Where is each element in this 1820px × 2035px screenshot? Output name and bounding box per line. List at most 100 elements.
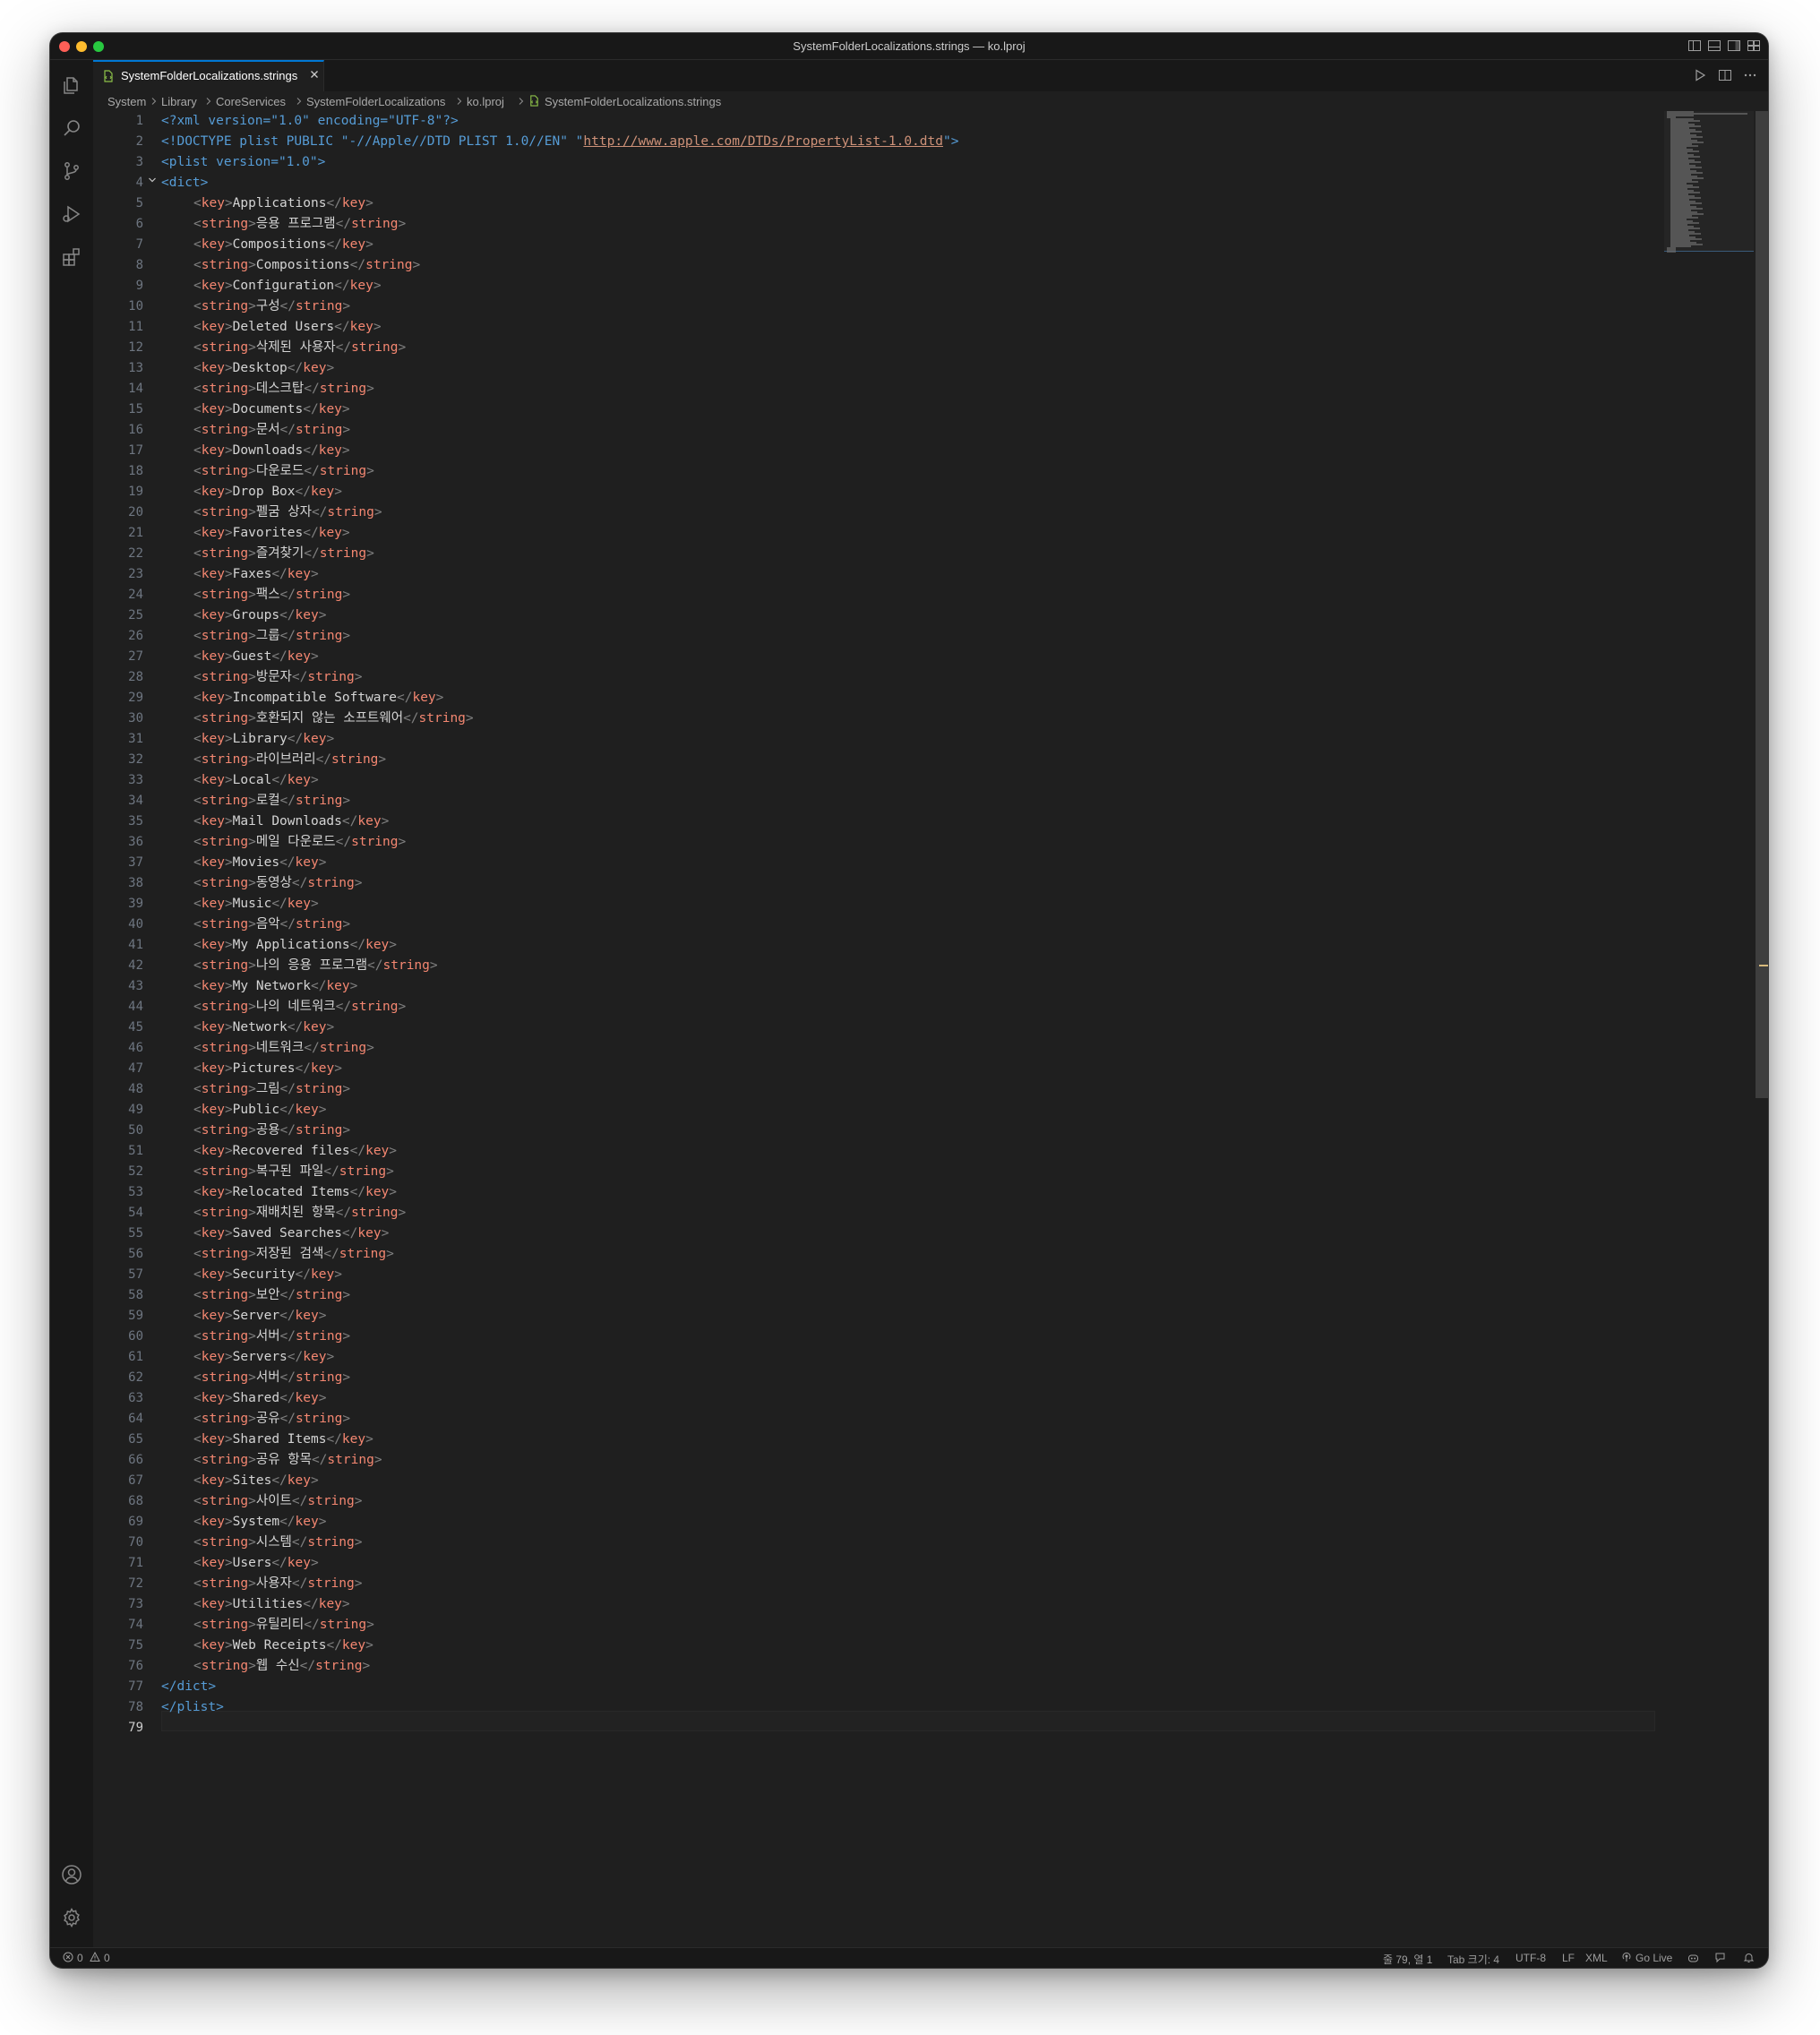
doctype-url-link[interactable]: http://www.apple.com/DTDs/PropertyList-1… xyxy=(583,134,943,149)
string-tag: string xyxy=(201,1659,249,1673)
tag-bracket: > xyxy=(248,1123,256,1138)
tag-bracket: > xyxy=(366,1041,374,1055)
plist-string-value: 유틸리티 xyxy=(255,1618,305,1632)
line-number: 47 xyxy=(128,1061,143,1076)
line-number: 21 xyxy=(128,526,143,540)
plist-string-value: 그룹 xyxy=(255,629,280,643)
tag-bracket: > xyxy=(342,1082,351,1096)
line-number: 25 xyxy=(128,608,143,623)
key-tag: key xyxy=(201,196,225,210)
copilot-icon[interactable] xyxy=(1687,1952,1699,1963)
breadcrumb-item[interactable]: System xyxy=(107,95,146,108)
code-editor[interactable]: 1 2 3 4 5 6 7 8 9 10 11 12 13 14 15 16 17 18 19 20 21 22 23 24 2… xyxy=(93,111,1707,1948)
code-line: <key>Shared Items</key> xyxy=(193,1430,373,1450)
tag-bracket: > xyxy=(224,320,233,334)
code-line: <key>Groups</key> xyxy=(193,605,326,626)
tag-bracket: > xyxy=(334,1267,342,1282)
error-icon[interactable] xyxy=(63,1952,74,1963)
notifications-bell-icon[interactable] xyxy=(1743,1952,1755,1963)
run-debug-icon[interactable] xyxy=(61,203,82,225)
tag-bracket: > xyxy=(334,1061,342,1076)
line-number: 72 xyxy=(128,1576,143,1591)
plist-key: Saved Searches xyxy=(232,1226,342,1241)
toggle-panel-icon[interactable] xyxy=(1707,39,1721,53)
tag-bracket: < xyxy=(193,464,202,478)
tag-bracket: </ xyxy=(279,1391,296,1405)
tab-size[interactable]: Tab 크기: 4 xyxy=(1447,1952,1499,1967)
breadcrumb-item[interactable]: CoreServices xyxy=(216,95,286,108)
fold-chevron-icon[interactable] xyxy=(147,175,158,185)
run-icon[interactable] xyxy=(1693,68,1707,82)
line-number: 41 xyxy=(128,938,143,952)
breadcrumb-item[interactable]: SystemFolderLocalizations.strings xyxy=(545,95,721,108)
plist-open-tag: <plist version="1.0"> xyxy=(161,155,326,169)
plist-string-value: 웹 수신 xyxy=(255,1659,300,1673)
tag-bracket: > xyxy=(311,649,319,664)
tag-bracket: < xyxy=(193,1164,202,1179)
file-icon xyxy=(528,95,540,107)
close-icon[interactable] xyxy=(308,68,321,81)
line-number: 63 xyxy=(128,1391,143,1405)
source-control-icon[interactable] xyxy=(61,160,82,182)
explorer-icon[interactable] xyxy=(61,74,82,96)
cursor-position[interactable]: 줄 79, 열 1 xyxy=(1383,1952,1432,1967)
warning-count[interactable]: 0 xyxy=(104,1952,110,1964)
key-tag: key xyxy=(201,237,225,252)
code-line: <string>나의 네트워크</string> xyxy=(193,997,406,1018)
string-tag: string xyxy=(351,1000,399,1014)
tag-bracket: </ xyxy=(315,752,332,767)
line-number: 18 xyxy=(128,464,143,478)
file-encoding[interactable]: UTF-8 xyxy=(1515,1952,1546,1964)
vertical-scrollbar[interactable] xyxy=(1756,111,1768,1098)
tab-active-file[interactable]: SystemFolderLocalizations.strings xyxy=(93,60,324,91)
tag-bracket: > xyxy=(224,402,233,416)
string-tag: string xyxy=(201,752,249,767)
settings-gear-icon[interactable] xyxy=(61,1907,82,1928)
string-tag: string xyxy=(201,423,249,437)
error-count[interactable]: 0 xyxy=(77,1952,83,1964)
breadcrumb-item[interactable]: ko.lproj xyxy=(467,95,504,108)
minimap[interactable] xyxy=(1664,111,1754,263)
code-line: <string>유틸리티</string> xyxy=(193,1615,374,1636)
string-tag: string xyxy=(201,1618,249,1632)
tag-bracket: </ xyxy=(271,773,288,787)
line-number: 50 xyxy=(128,1123,143,1138)
customize-layout-icon[interactable] xyxy=(1747,39,1761,53)
code-line: <string>저장된 검색</string> xyxy=(193,1244,394,1265)
tag-bracket: > xyxy=(224,1515,233,1529)
end-of-line[interactable]: LF xyxy=(1562,1952,1575,1964)
go-live-button[interactable]: Go Live xyxy=(1635,1952,1672,1964)
breadcrumb-item[interactable]: SystemFolderLocalizations xyxy=(306,95,445,108)
code-line: <key>Movies</key> xyxy=(193,853,326,873)
more-actions-icon[interactable] xyxy=(1743,68,1757,82)
tag-bracket: < xyxy=(193,855,202,870)
key-tag: key xyxy=(201,773,225,787)
code-line: <string>구성</string> xyxy=(193,296,350,317)
toggle-primary-sidebar-icon[interactable] xyxy=(1687,39,1702,53)
toggle-secondary-sidebar-icon[interactable] xyxy=(1727,39,1741,53)
breadcrumb-item[interactable]: Library xyxy=(161,95,197,108)
key-tag: key xyxy=(201,1185,225,1199)
account-icon[interactable] xyxy=(61,1864,82,1885)
plist-key: Recovered files xyxy=(232,1144,350,1158)
tab-label: SystemFolderLocalizations.strings xyxy=(121,69,298,82)
search-icon[interactable] xyxy=(61,117,82,139)
feedback-icon[interactable] xyxy=(1714,1952,1726,1963)
tag-bracket: > xyxy=(341,526,350,540)
split-editor-icon[interactable] xyxy=(1718,68,1732,82)
code-line: <key>Network</key> xyxy=(193,1018,334,1038)
line-number: 8 xyxy=(135,258,143,272)
code-line: <string>재배치된 항목</string> xyxy=(193,1203,406,1224)
tag-bracket: < xyxy=(193,361,202,375)
code-line: <key>Shared</key> xyxy=(193,1388,326,1409)
key-tag: key xyxy=(295,1515,319,1529)
extensions-icon[interactable] xyxy=(61,246,82,268)
code-line: <string>삭제된 사용자</string> xyxy=(193,338,406,358)
string-tag: string xyxy=(296,1329,343,1344)
language-mode[interactable]: XML xyxy=(1585,1952,1608,1964)
tag-bracket: < xyxy=(193,1288,202,1302)
tag-bracket: > xyxy=(365,1638,373,1653)
warning-icon[interactable] xyxy=(90,1952,101,1963)
key-tag: key xyxy=(295,855,319,870)
code-line: <key>Favorites</key> xyxy=(193,523,350,544)
